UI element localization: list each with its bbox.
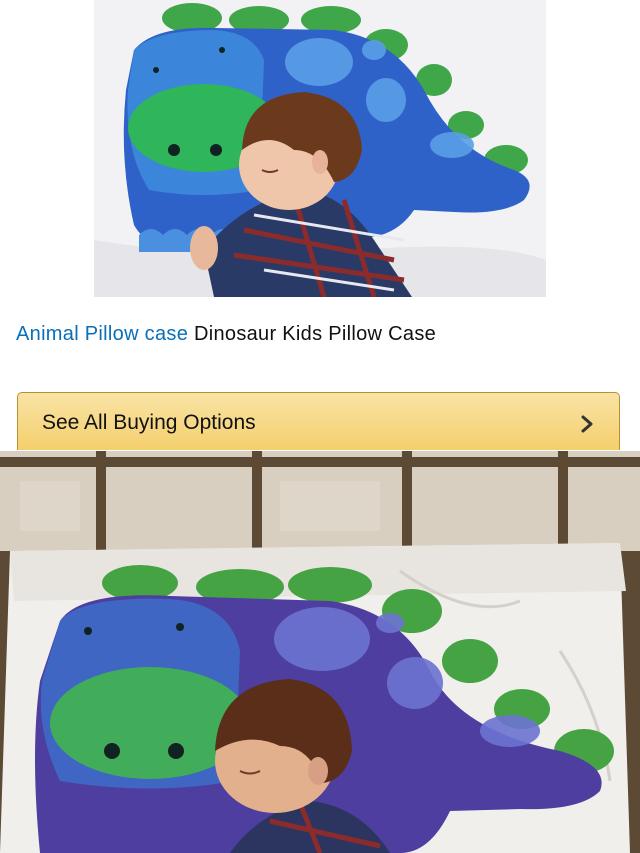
- product-photo-icon: [94, 0, 546, 297]
- buy-button-label: See All Buying Options: [42, 411, 256, 434]
- see-all-buying-options-button[interactable]: See All Buying Options: [17, 392, 620, 450]
- received-product-photo[interactable]: [0, 451, 640, 853]
- animal-pillow-case-link[interactable]: Animal Pillow case: [16, 323, 188, 345]
- product-photo[interactable]: [94, 0, 546, 297]
- product-title-text: Dinosaur Kids Pillow Case: [194, 323, 437, 345]
- chevron-right-icon: [579, 415, 595, 433]
- received-photo-icon: [0, 451, 640, 853]
- product-title: Animal Pillow case Dinosaur Kids Pillow …: [16, 318, 626, 350]
